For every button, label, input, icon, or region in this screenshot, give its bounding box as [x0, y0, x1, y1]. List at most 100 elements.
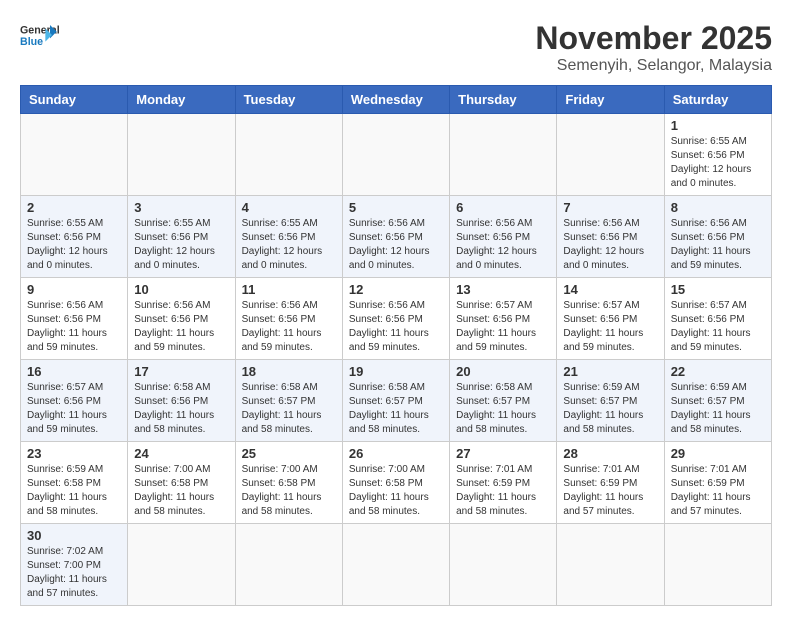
calendar-week-row: 30 Sunrise: 7:02 AM Sunset: 7:00 PM Dayli…	[21, 524, 772, 606]
calendar-cell: 15Sunrise: 6:57 AM Sunset: 6:56 PM Dayli…	[664, 278, 771, 360]
calendar-cell	[128, 114, 235, 196]
calendar-cell: 16 Sunrise: 6:57 AM Sunset: 6:56 PM Dayli…	[21, 360, 128, 442]
day-number: 22	[671, 364, 765, 379]
calendar-cell: 28Sunrise: 7:01 AM Sunset: 6:59 PM Dayli…	[557, 442, 664, 524]
weekday-header: Saturday	[664, 86, 771, 114]
calendar-cell: 29 Sunrise: 7:01 AM Sunset: 6:59 PM Dayli…	[664, 442, 771, 524]
day-info: Sunrise: 7:01 AM Sunset: 6:59 PM Dayligh…	[671, 463, 765, 519]
calendar-cell: 14 Sunrise: 6:57 AM Sunset: 6:56 PM Dayli…	[557, 278, 664, 360]
day-number: 6	[456, 200, 550, 215]
calendar-week-row: 23 Sunrise: 6:59 AM Sunset: 6:58 PM Dayli…	[21, 442, 772, 524]
calendar-cell	[128, 524, 235, 606]
day-info: Sunrise: 7:02 AM Sunset: 7:00 PM Dayligh…	[27, 545, 121, 601]
calendar-cell: 20 Sunrise: 6:58 AM Sunset: 6:57 PM Dayli…	[450, 360, 557, 442]
day-info: Sunrise: 6:57 AM Sunset: 6:56 PM Dayligh…	[563, 299, 657, 355]
weekday-header: Thursday	[450, 86, 557, 114]
day-info: Sunrise: 6:56 AM Sunset: 6:56 PM Dayligh…	[134, 299, 228, 355]
calendar-cell: 5 Sunrise: 6:56 AM Sunset: 6:56 PM Daylig…	[342, 196, 449, 278]
day-number: 27	[456, 446, 550, 461]
calendar-cell: 23 Sunrise: 6:59 AM Sunset: 6:58 PM Dayli…	[21, 442, 128, 524]
weekday-header: Sunday	[21, 86, 128, 114]
calendar-cell: 27Sunrise: 7:01 AM Sunset: 6:59 PM Dayli…	[450, 442, 557, 524]
day-number: 23	[27, 446, 121, 461]
weekday-header: Wednesday	[342, 86, 449, 114]
day-number: 16	[27, 364, 121, 379]
location-title: Semenyih, Selangor, Malaysia	[535, 57, 772, 75]
day-number: 21	[563, 364, 657, 379]
day-info: Sunrise: 6:56 AM Sunset: 6:56 PM Dayligh…	[671, 217, 765, 273]
title-area: November 2025 Semenyih, Selangor, Malays…	[535, 20, 772, 75]
month-title: November 2025	[535, 20, 772, 57]
day-number: 5	[349, 200, 443, 215]
day-number: 29	[671, 446, 765, 461]
logo-icon: General Blue	[20, 20, 60, 50]
calendar-cell: 19Sunrise: 6:58 AM Sunset: 6:57 PM Dayli…	[342, 360, 449, 442]
day-info: Sunrise: 6:56 AM Sunset: 6:56 PM Dayligh…	[349, 217, 443, 273]
day-number: 7	[563, 200, 657, 215]
calendar-cell	[664, 524, 771, 606]
calendar-cell: 22 Sunrise: 6:59 AM Sunset: 6:57 PM Dayli…	[664, 360, 771, 442]
day-number: 17	[134, 364, 228, 379]
day-number: 4	[242, 200, 336, 215]
day-number: 24	[134, 446, 228, 461]
calendar-cell	[450, 114, 557, 196]
calendar-cell: 26 Sunrise: 7:00 AM Sunset: 6:58 PM Dayli…	[342, 442, 449, 524]
day-number: 12	[349, 282, 443, 297]
day-number: 18	[242, 364, 336, 379]
calendar-cell: 18 Sunrise: 6:58 AM Sunset: 6:57 PM Dayli…	[235, 360, 342, 442]
day-info: Sunrise: 6:55 AM Sunset: 6:56 PM Dayligh…	[242, 217, 336, 273]
calendar-week-row: 16 Sunrise: 6:57 AM Sunset: 6:56 PM Dayli…	[21, 360, 772, 442]
day-info: Sunrise: 6:57 AM Sunset: 6:56 PM Dayligh…	[27, 381, 121, 437]
calendar-cell: 7Sunrise: 6:56 AM Sunset: 6:56 PM Daylig…	[557, 196, 664, 278]
calendar-cell: 11 Sunrise: 6:56 AM Sunset: 6:56 PM Dayli…	[235, 278, 342, 360]
day-info: Sunrise: 6:56 AM Sunset: 6:56 PM Dayligh…	[27, 299, 121, 355]
calendar-week-row: 2 Sunrise: 6:55 AM Sunset: 6:56 PM Daylig…	[21, 196, 772, 278]
calendar-week-row: 9Sunrise: 6:56 AM Sunset: 6:56 PM Daylig…	[21, 278, 772, 360]
weekday-header: Friday	[557, 86, 664, 114]
day-number: 14	[563, 282, 657, 297]
day-info: Sunrise: 6:57 AM Sunset: 6:56 PM Dayligh…	[456, 299, 550, 355]
day-info: Sunrise: 6:55 AM Sunset: 6:56 PM Dayligh…	[27, 217, 121, 273]
calendar-cell: 12Sunrise: 6:56 AM Sunset: 6:56 PM Dayli…	[342, 278, 449, 360]
calendar-week-row: 1Sunrise: 6:55 AM Sunset: 6:56 PM Daylig…	[21, 114, 772, 196]
calendar-cell: 21 Sunrise: 6:59 AM Sunset: 6:57 PM Dayli…	[557, 360, 664, 442]
day-info: Sunrise: 6:58 AM Sunset: 6:57 PM Dayligh…	[349, 381, 443, 437]
day-info: Sunrise: 6:55 AM Sunset: 6:56 PM Dayligh…	[134, 217, 228, 273]
day-info: Sunrise: 7:00 AM Sunset: 6:58 PM Dayligh…	[134, 463, 228, 519]
day-number: 26	[349, 446, 443, 461]
calendar-cell	[557, 114, 664, 196]
calendar-cell	[450, 524, 557, 606]
calendar-cell	[235, 524, 342, 606]
day-number: 11	[242, 282, 336, 297]
day-info: Sunrise: 6:58 AM Sunset: 6:57 PM Dayligh…	[456, 381, 550, 437]
day-info: Sunrise: 7:00 AM Sunset: 6:58 PM Dayligh…	[242, 463, 336, 519]
calendar-cell: 13Sunrise: 6:57 AM Sunset: 6:56 PM Dayli…	[450, 278, 557, 360]
calendar-cell: 2 Sunrise: 6:55 AM Sunset: 6:56 PM Daylig…	[21, 196, 128, 278]
day-info: Sunrise: 6:57 AM Sunset: 6:56 PM Dayligh…	[671, 299, 765, 355]
calendar-cell: 1Sunrise: 6:55 AM Sunset: 6:56 PM Daylig…	[664, 114, 771, 196]
calendar-cell: 3Sunrise: 6:55 AM Sunset: 6:56 PM Daylig…	[128, 196, 235, 278]
day-info: Sunrise: 6:59 AM Sunset: 6:57 PM Dayligh…	[671, 381, 765, 437]
day-info: Sunrise: 6:58 AM Sunset: 6:57 PM Dayligh…	[242, 381, 336, 437]
calendar-header-row: SundayMondayTuesdayWednesdayThursdayFrid…	[21, 86, 772, 114]
day-info: Sunrise: 7:01 AM Sunset: 6:59 PM Dayligh…	[563, 463, 657, 519]
logo: General Blue	[20, 20, 60, 52]
day-info: Sunrise: 7:00 AM Sunset: 6:58 PM Dayligh…	[349, 463, 443, 519]
day-info: Sunrise: 6:56 AM Sunset: 6:56 PM Dayligh…	[456, 217, 550, 273]
calendar-cell: 10Sunrise: 6:56 AM Sunset: 6:56 PM Dayli…	[128, 278, 235, 360]
day-number: 8	[671, 200, 765, 215]
day-info: Sunrise: 6:59 AM Sunset: 6:57 PM Dayligh…	[563, 381, 657, 437]
day-number: 20	[456, 364, 550, 379]
weekday-header: Monday	[128, 86, 235, 114]
calendar-cell: 30 Sunrise: 7:02 AM Sunset: 7:00 PM Dayli…	[21, 524, 128, 606]
calendar-cell	[235, 114, 342, 196]
day-number: 30	[27, 528, 121, 543]
calendar-cell: 17 Sunrise: 6:58 AM Sunset: 6:56 PM Dayli…	[128, 360, 235, 442]
day-number: 2	[27, 200, 121, 215]
day-number: 25	[242, 446, 336, 461]
calendar-cell	[342, 524, 449, 606]
day-info: Sunrise: 6:59 AM Sunset: 6:58 PM Dayligh…	[27, 463, 121, 519]
day-info: Sunrise: 6:56 AM Sunset: 6:56 PM Dayligh…	[242, 299, 336, 355]
day-info: Sunrise: 6:58 AM Sunset: 6:56 PM Dayligh…	[134, 381, 228, 437]
calendar-cell	[557, 524, 664, 606]
